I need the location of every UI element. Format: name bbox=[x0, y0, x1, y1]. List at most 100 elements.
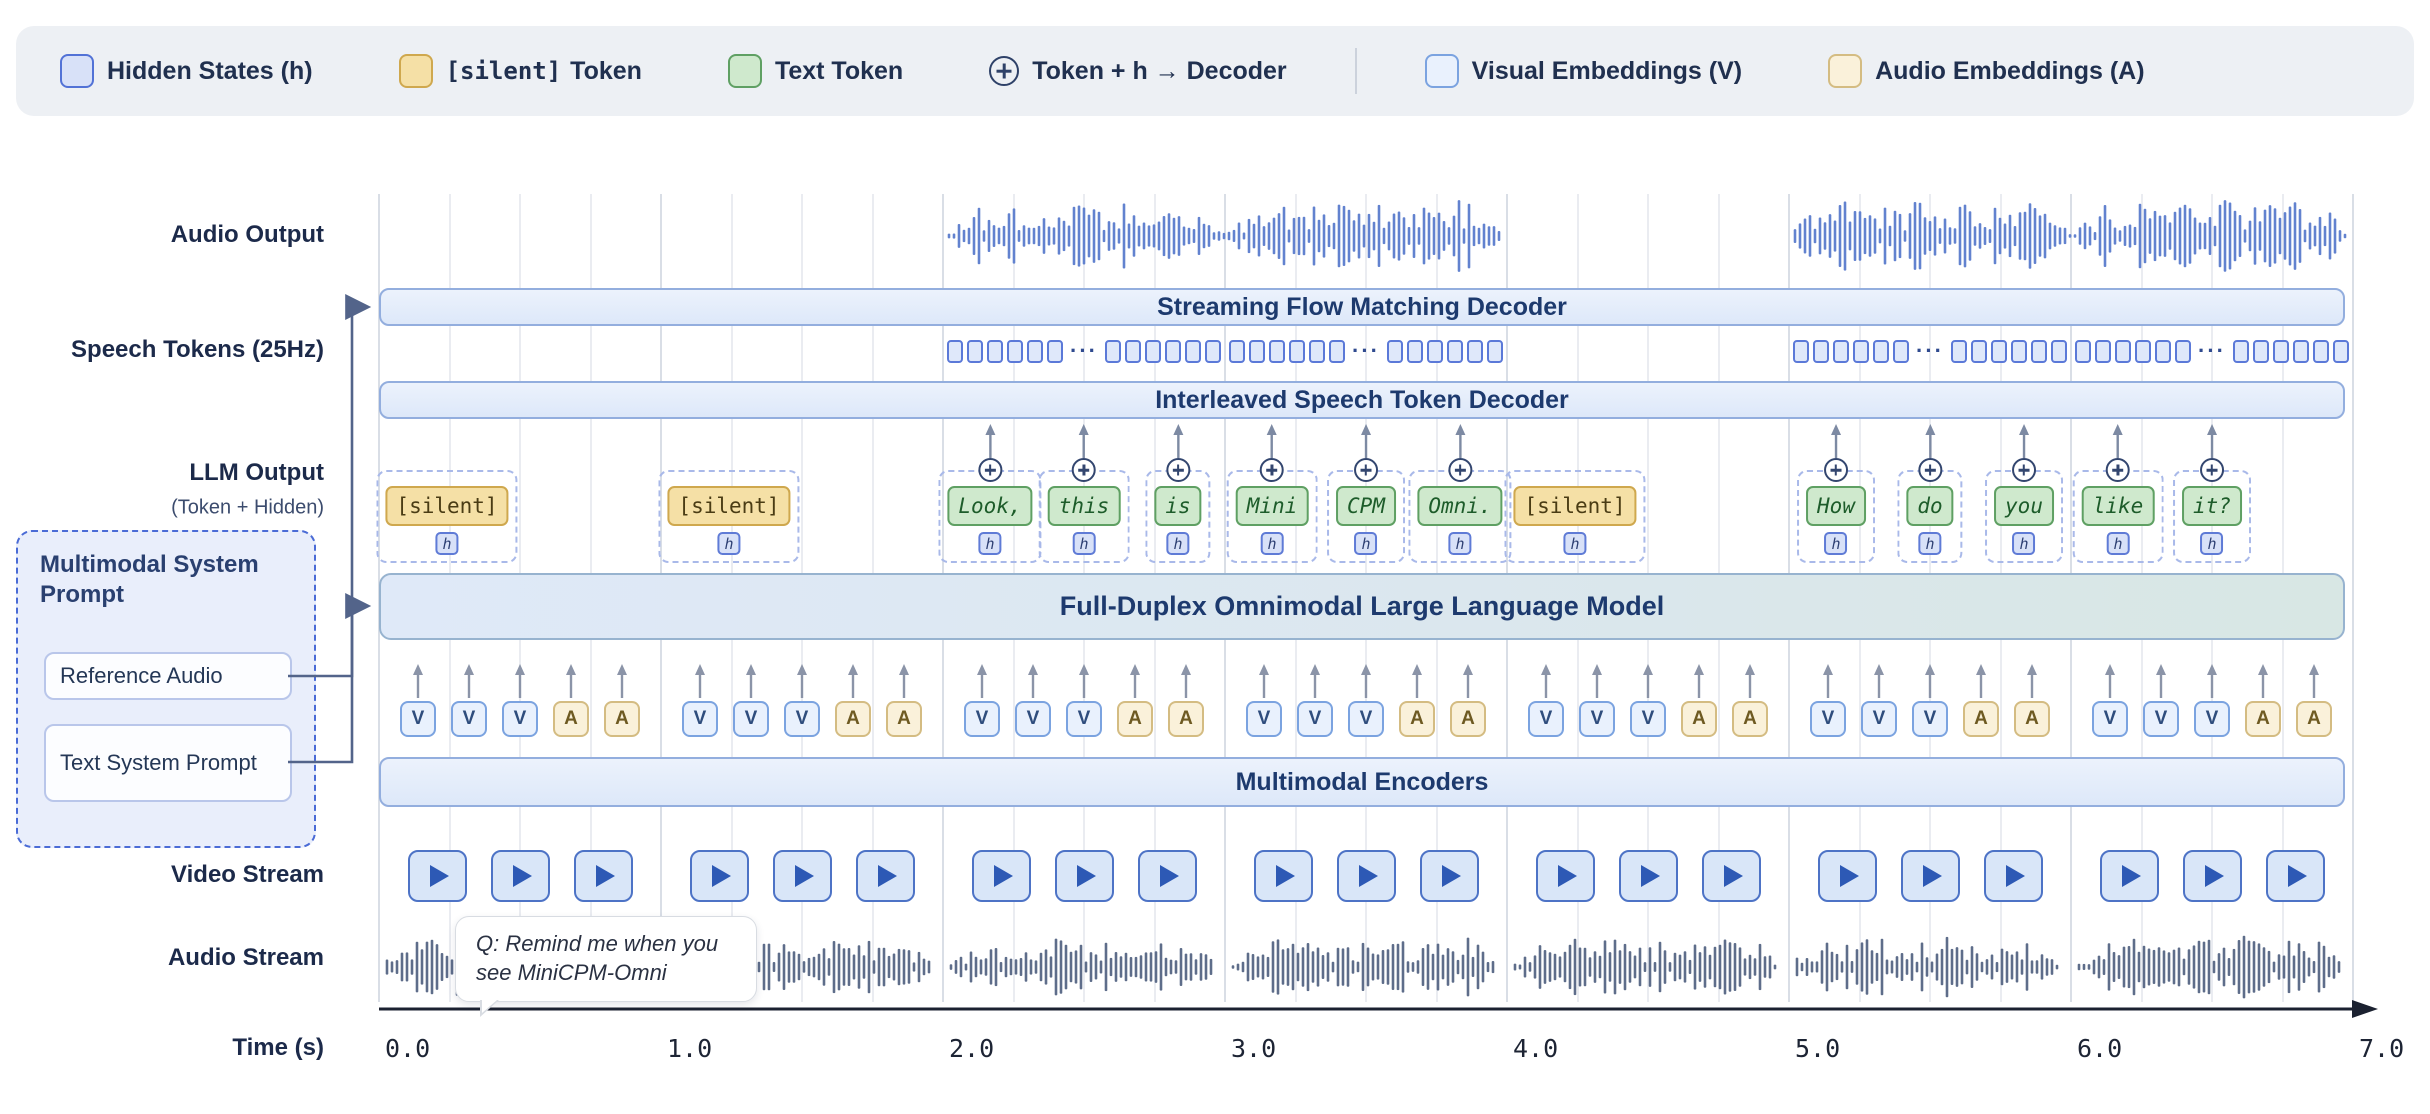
hidden-state-chip: h bbox=[1564, 532, 1587, 555]
plus-in-circle-icon bbox=[1448, 458, 1472, 482]
time-axis-label: Time (s) bbox=[232, 1034, 324, 1062]
video-frame-chunk bbox=[661, 850, 943, 902]
text-token: How bbox=[1806, 486, 1866, 526]
llm-token-group: it?h bbox=[2173, 424, 2251, 563]
embed-to-llm-arrow bbox=[897, 664, 911, 698]
visual-embedding-box: V bbox=[2143, 701, 2179, 737]
hidden-state-chip: h bbox=[718, 532, 741, 555]
video-frame-button bbox=[408, 850, 467, 902]
video-frame-button bbox=[1055, 850, 1114, 902]
hidden-swatch-icon bbox=[60, 54, 94, 88]
hidden-state-chip: h bbox=[2106, 532, 2129, 555]
audio-embedding-box: A bbox=[835, 701, 871, 737]
embed-to-llm-arrow bbox=[1077, 664, 1091, 698]
user-query-bubble: Q: Remind me when you see MiniCPM-Omni bbox=[455, 916, 757, 1002]
streaming-flow-matching-decoder-bar: Streaming Flow Matching Decoder bbox=[379, 288, 2345, 326]
speech-token bbox=[1047, 340, 1063, 363]
plus-in-circle-icon bbox=[1824, 458, 1848, 482]
bubble-line-2: see MiniCPM-Omni bbox=[476, 959, 736, 988]
embedding-chunk: VVVAA bbox=[1507, 664, 1789, 737]
hidden-state-chip: h bbox=[979, 532, 1002, 555]
legend-label: Audio Embeddings (A) bbox=[1875, 57, 2144, 86]
embed-to-llm-arrow bbox=[1923, 664, 1937, 698]
embedding-cell: V bbox=[400, 664, 436, 737]
embedding-chunk: VVVAA bbox=[943, 664, 1225, 737]
embedding-chunk: VVVAA bbox=[379, 664, 661, 737]
ellipsis: ··· bbox=[2198, 340, 2226, 362]
text-token: do bbox=[1906, 486, 1953, 526]
visual-embedding-box: V bbox=[733, 701, 769, 737]
speech-token bbox=[2031, 340, 2047, 363]
visual-embedding-box: V bbox=[1246, 701, 1282, 737]
hidden-state-chip: h bbox=[1825, 532, 1848, 555]
visual-embedding-box: V bbox=[1528, 701, 1564, 737]
token-hidden-group: thish bbox=[1039, 470, 1130, 563]
embed-to-llm-arrow bbox=[1257, 664, 1271, 698]
embedding-cell: V bbox=[1579, 664, 1615, 737]
token-hidden-group: Omni.h bbox=[1408, 470, 1511, 563]
video-frame-button bbox=[1254, 850, 1313, 902]
embedding-chunk: VVVAA bbox=[2071, 664, 2353, 737]
embed-to-llm-arrow bbox=[1974, 664, 1988, 698]
speech-token bbox=[1991, 340, 2007, 363]
video-frame-chunk bbox=[2071, 850, 2353, 902]
ellipsis: ··· bbox=[1916, 340, 1944, 362]
text-token: Omni. bbox=[1417, 486, 1502, 526]
video-frame-chunk bbox=[943, 850, 1225, 902]
speech-token bbox=[1165, 340, 1181, 363]
embed-to-llm-arrow bbox=[513, 664, 527, 698]
embed-to-llm-arrow bbox=[1359, 664, 1373, 698]
token-hidden-group: [silent]h bbox=[376, 470, 517, 563]
visual-embedding-box: V bbox=[2092, 701, 2128, 737]
video-frame-button bbox=[1138, 850, 1197, 902]
speech-token bbox=[1407, 340, 1423, 363]
llm-output-sublabel: (Token + Hidden) bbox=[171, 497, 324, 520]
token-to-decoder-arrow bbox=[1076, 424, 1092, 458]
embed-to-llm-arrow bbox=[1308, 664, 1322, 698]
token-hidden-group: it?h bbox=[2173, 470, 2251, 563]
llm-token-group: CPMh bbox=[1327, 424, 1405, 563]
silent-token: [silent] bbox=[385, 486, 508, 526]
embedding-cell: A bbox=[1681, 664, 1717, 737]
legend-item: Visual Embeddings (V) bbox=[1425, 54, 1742, 88]
video-frame-button bbox=[856, 850, 915, 902]
speech-token bbox=[2095, 340, 2111, 363]
speech-token bbox=[1007, 340, 1023, 363]
panel-title: Multimodal System Prompt bbox=[40, 550, 270, 610]
plus-in-circle-icon bbox=[989, 56, 1019, 86]
play-icon bbox=[1359, 865, 1378, 887]
embed-to-llm-arrow bbox=[2256, 664, 2270, 698]
time-tick: 5.0 bbox=[1795, 1034, 1840, 1063]
audio-embedding-box: A bbox=[886, 701, 922, 737]
speech-token bbox=[2293, 340, 2309, 363]
gridline bbox=[2352, 194, 2354, 1002]
video-frame-button bbox=[690, 850, 749, 902]
llm-token-group: ish bbox=[1145, 424, 1210, 563]
audio-embedding-box: A bbox=[1168, 701, 1204, 737]
speech-token bbox=[2135, 340, 2151, 363]
hidden-state-chip: h bbox=[2013, 532, 2036, 555]
audio-embedding-box: A bbox=[553, 701, 589, 737]
legend-label: Token bbox=[570, 57, 642, 86]
visual-embedding-box: V bbox=[1579, 701, 1615, 737]
plus-in-circle-icon bbox=[1260, 458, 1284, 482]
embedding-cell: A bbox=[1963, 664, 1999, 737]
audio-embedding-box: A bbox=[1450, 701, 1486, 737]
speech-token bbox=[2233, 340, 2249, 363]
play-icon bbox=[1840, 865, 1859, 887]
token-hidden-group: How h bbox=[1797, 470, 1875, 563]
speech-token bbox=[967, 340, 983, 363]
time-tick: 6.0 bbox=[2077, 1034, 2122, 1063]
speech-token bbox=[947, 340, 963, 363]
embedding-cell: V bbox=[2092, 664, 2128, 737]
speech-token bbox=[987, 340, 1003, 363]
embedding-cell: V bbox=[1015, 664, 1051, 737]
play-icon bbox=[430, 865, 449, 887]
embedding-cell: A bbox=[835, 664, 871, 737]
audio-embedding-box: A bbox=[1732, 701, 1768, 737]
embed-to-llm-arrow bbox=[846, 664, 860, 698]
reference-audio-box: Reference Audio bbox=[44, 652, 292, 700]
speech-token bbox=[1467, 340, 1483, 363]
play-icon bbox=[2288, 865, 2307, 887]
text-token: is bbox=[1154, 486, 1201, 526]
